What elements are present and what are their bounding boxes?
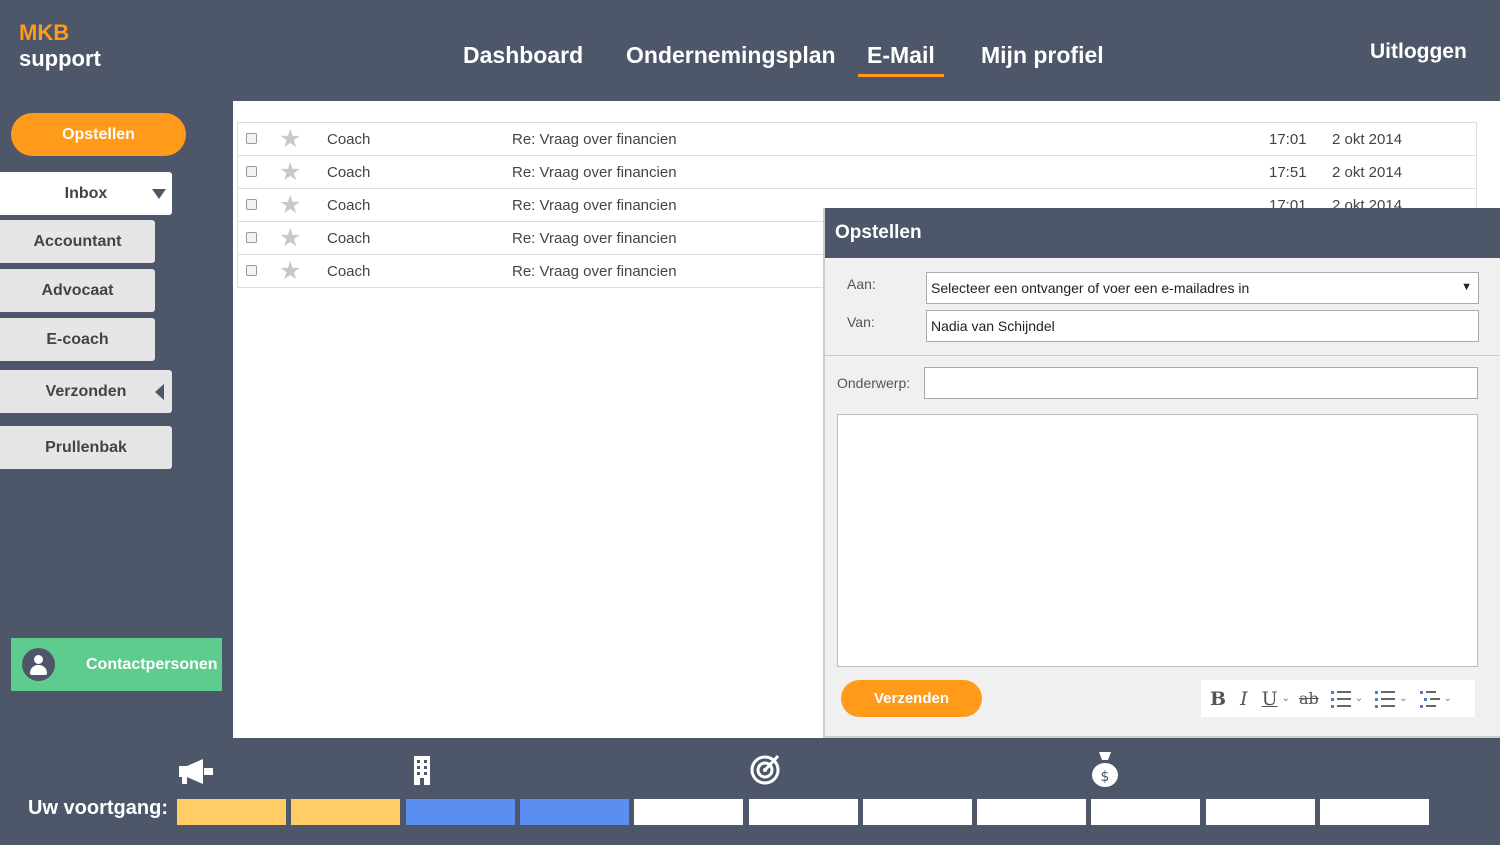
subject-input[interactable] [924,367,1478,399]
from-value: Nadia van Schijndel [931,318,1055,334]
chevron-down-icon[interactable]: ⌄ [1355,693,1363,704]
indent-list-icon[interactable] [1419,690,1440,708]
message-body-textarea[interactable] [837,414,1478,667]
row-checkbox[interactable] [246,199,257,210]
mail-subject: Re: Vraag over financien [512,263,677,280]
sidebar-item-accountant[interactable]: Accountant [0,220,155,263]
mail-row[interactable]: ★ Coach Re: Vraag over financien 17:51 2… [237,156,1477,189]
progress-segment [977,799,1086,825]
to-label: Aan: [847,276,876,292]
nav-dashboard[interactable]: Dashboard [463,42,583,69]
svg-text:$: $ [1101,769,1110,785]
mail-from: Coach [327,197,371,214]
mail-row[interactable]: ★ Coach Re: Vraag over financien 17:01 2… [237,123,1477,156]
progress-segment [1320,799,1429,825]
mail-date: 2 okt 2014 [1332,164,1403,181]
from-field[interactable]: Nadia van Schijndel [926,310,1479,342]
dropdown-arrow-icon: ▼ [1461,281,1472,293]
sidebar-item-label: Verzonden [45,382,127,400]
nav-ondernemingsplan[interactable]: Ondernemingsplan [626,42,836,69]
chevron-down-icon[interactable]: ⌄ [1399,693,1407,704]
mail-subject: Re: Vraag over financien [512,230,677,247]
sidebar-item-label: Inbox [64,184,108,202]
contacts-label: Contactpersonen [86,655,218,673]
sidebar-item-ecoach[interactable]: E-coach [0,318,155,361]
mail-from: Coach [327,131,371,148]
progress-segment [634,799,743,825]
row-checkbox[interactable] [246,166,257,177]
format-toolbar: B I U ⌄ ab ⌄ ⌄ ⌄ [1201,680,1475,717]
mail-subject: Re: Vraag over financien [512,197,677,214]
mail-time: 17:01 [1269,131,1307,148]
send-button[interactable]: Verzenden [841,680,982,717]
star-icon[interactable]: ★ [279,159,301,185]
star-icon[interactable]: ★ [279,225,301,251]
sidebar-item-label: Prullenbak [45,438,127,456]
mail-subject: Re: Vraag over financien [512,164,677,181]
mail-from: Coach [327,164,371,181]
compose-button[interactable]: Opstellen [11,113,186,156]
contacts-button[interactable]: Contactpersonen [11,638,222,691]
brand-logo: MKB support [19,20,101,72]
mail-subject: Re: Vraag over financien [512,131,677,148]
star-icon[interactable]: ★ [279,258,301,284]
chevron-down-icon [152,189,166,199]
megaphone-icon [179,759,213,784]
brand-line1: MKB [19,20,70,45]
nav-mijn-profiel[interactable]: Mijn profiel [981,42,1104,69]
chevron-down-icon[interactable]: ⌄ [1444,693,1452,704]
sidebar-item-prullenbak[interactable]: Prullenbak [0,426,172,469]
bold-icon[interactable]: B [1210,688,1226,710]
sidebar-item-label: E-coach [46,330,109,348]
progress-segment [1091,799,1200,825]
star-icon[interactable]: ★ [279,126,301,152]
star-icon[interactable]: ★ [279,192,301,218]
sidebar-item-verzonden[interactable]: Verzonden [0,370,172,413]
recipient-select[interactable]: Selecteer een ontvanger of voer een e-ma… [926,272,1479,304]
sidebar-item-inbox[interactable]: Inbox [0,172,172,215]
mail-from: Coach [327,230,371,247]
underline-icon[interactable]: U [1262,688,1278,710]
row-checkbox[interactable] [246,232,257,243]
user-icon [22,648,55,681]
progress-segment [520,799,629,825]
italic-icon[interactable]: I [1240,688,1248,710]
progress-segment [749,799,858,825]
subject-label: Onderwerp: [837,375,911,391]
progress-segment [406,799,515,825]
progress-segment [291,799,400,825]
sidebar-item-label: Accountant [33,232,122,250]
chevron-down-icon[interactable]: ⌄ [1282,693,1290,704]
row-checkbox[interactable] [246,265,257,276]
row-checkbox[interactable] [246,133,257,144]
recipient-value: Selecteer een ontvanger of voer een e-ma… [931,280,1250,296]
logout-button[interactable]: Uitloggen [1370,40,1467,64]
numbered-list-icon[interactable] [1375,690,1396,708]
sidebar-item-label: Advocaat [41,281,114,299]
compose-title: Opstellen [825,208,1500,258]
mail-date: 2 okt 2014 [1332,131,1403,148]
brand-line2: support [19,46,101,71]
compose-panel: Opstellen Aan: Selecteer een ontvanger o… [823,208,1500,738]
money-bag-icon: $ [1092,752,1118,787]
building-icon [414,756,430,785]
progress-segment [1206,799,1315,825]
chevron-left-icon [155,384,164,400]
progress-segment [177,799,286,825]
target-icon [750,754,780,785]
progress-segment [863,799,972,825]
progress-label: Uw voortgang: [28,797,168,819]
from-label: Van: [847,314,875,330]
sidebar-item-advocaat[interactable]: Advocaat [0,269,155,312]
mail-from: Coach [327,263,371,280]
bullet-list-icon[interactable] [1330,690,1351,708]
nav-email[interactable]: E-Mail [858,42,944,77]
compose-header-fields: Aan: Selecteer een ontvanger of voer een… [825,258,1500,356]
mail-time: 17:51 [1269,164,1307,181]
strikethrough-icon[interactable]: ab [1299,689,1319,708]
